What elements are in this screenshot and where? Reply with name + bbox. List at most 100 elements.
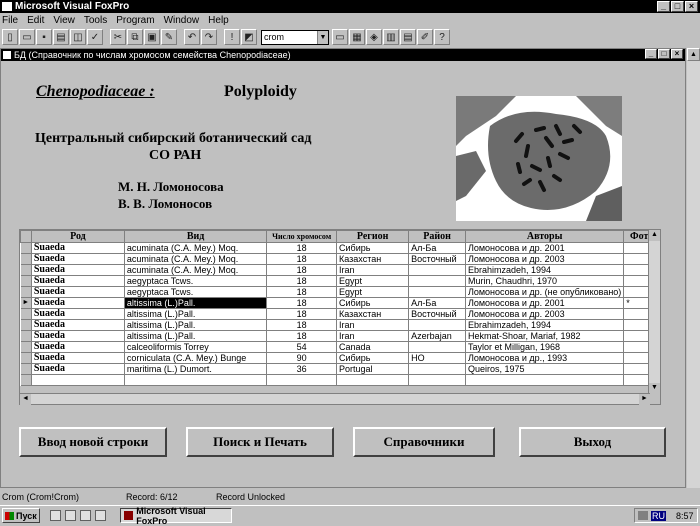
region-cell[interactable]: Egypt: [336, 286, 410, 298]
view-window-icon[interactable]: ▦: [349, 29, 365, 45]
col-district[interactable]: Район: [408, 230, 466, 243]
genus-cell[interactable]: Suaeda: [31, 253, 125, 265]
authors-cell[interactable]: Hekmat-Shoar, Mariaf, 1982: [465, 330, 625, 342]
language-indicator[interactable]: RU: [651, 510, 666, 521]
exit-button[interactable]: Выход: [519, 427, 666, 457]
authors-cell[interactable]: Taylor et Milligan, 1968: [465, 341, 625, 353]
region-cell[interactable]: Казахстан: [336, 308, 410, 320]
genus-cell[interactable]: Suaeda: [31, 286, 125, 298]
district-cell[interactable]: Ал-Ба: [408, 242, 466, 254]
chromosome-number-cell[interactable]: 18: [266, 253, 338, 265]
spell-check-icon[interactable]: ✓: [87, 29, 103, 45]
network-icon[interactable]: [638, 511, 648, 520]
modify-form-icon[interactable]: ◩: [241, 29, 257, 45]
col-region[interactable]: Регион: [336, 230, 410, 243]
authors-cell[interactable]: Ebrahimzadeh, 1994: [465, 264, 625, 276]
minimize-button[interactable]: _: [657, 1, 670, 12]
authors-cell[interactable]: Murin, Chaudhri, 1970: [465, 275, 625, 287]
genus-cell[interactable]: Suaeda: [31, 242, 125, 254]
district-cell[interactable]: Ал-Ба: [408, 297, 466, 309]
region-cell[interactable]: Iran: [336, 330, 410, 342]
redo-icon[interactable]: ↷: [201, 29, 217, 45]
chromosome-number-cell[interactable]: 18: [266, 319, 338, 331]
grid-horizontal-scrollbar[interactable]: ◄ ►: [20, 393, 650, 405]
new-file-icon[interactable]: ▯: [2, 29, 18, 45]
run-icon[interactable]: !: [224, 29, 240, 45]
help-icon[interactable]: ?: [434, 29, 450, 45]
col-species[interactable]: Вид: [123, 230, 268, 243]
table-row[interactable]: Suaeda aegyptaca Tcws. 18 Egypt Murin, Chaud…: [20, 275, 660, 287]
row-selector[interactable]: [20, 319, 32, 331]
genus-cell[interactable]: Suaeda: [31, 352, 125, 364]
new-row-button[interactable]: Ввод новой строки: [19, 427, 167, 457]
table-row[interactable]: Suaeda altissima (L.)Pall. 18 Iran Ebrahimza…: [20, 319, 660, 331]
species-cell[interactable]: altissima (L.)Pall.: [124, 319, 268, 331]
chromosome-number-cell[interactable]: 18: [266, 330, 338, 342]
species-cell[interactable]: aegyptaca Tcws.: [124, 286, 268, 298]
species-cell[interactable]: aegyptaca Tcws.: [124, 275, 268, 287]
genus-cell[interactable]: Suaeda: [31, 264, 125, 276]
form-minimize-button[interactable]: _: [645, 49, 657, 59]
maximize-button[interactable]: □: [671, 1, 684, 12]
row-selector[interactable]: [20, 242, 32, 254]
scroll-right-icon[interactable]: ►: [639, 394, 650, 405]
references-button[interactable]: Справочники: [353, 427, 495, 457]
scroll-left-icon[interactable]: ◄: [20, 394, 31, 405]
outlook-icon[interactable]: [80, 510, 91, 521]
row-selector[interactable]: [20, 308, 32, 320]
district-cell[interactable]: Azerbajan: [408, 330, 466, 342]
menu-program[interactable]: Program: [116, 15, 154, 26]
menu-window[interactable]: Window: [164, 15, 200, 26]
species-cell[interactable]: altissima (L.)Pall.: [124, 297, 268, 309]
internet-explorer-icon[interactable]: [65, 510, 76, 521]
authors-cell[interactable]: Ломоносова и др. 2001: [465, 297, 625, 309]
scroll-up-icon[interactable]: ▲: [687, 48, 700, 61]
print-icon[interactable]: ▤: [53, 29, 69, 45]
table-row[interactable]: Suaeda acuminata (C.A. Mey.) Moq. 18 Сибирь…: [20, 242, 660, 254]
chromosome-number-cell[interactable]: 90: [266, 352, 338, 364]
row-selector[interactable]: [20, 352, 32, 364]
close-button[interactable]: ×: [685, 1, 698, 12]
species-cell[interactable]: altissima (L.)Pall.: [124, 330, 268, 342]
region-cell[interactable]: Iran: [336, 264, 410, 276]
chromosome-number-cell[interactable]: 18: [266, 242, 338, 254]
chromosome-number-cell[interactable]: 54: [266, 341, 338, 353]
cut-icon[interactable]: ✂: [110, 29, 126, 45]
open-folder-icon[interactable]: ▭: [19, 29, 35, 45]
table-row[interactable]: Suaeda altissima (L.)Pall. 18 Iran Azerbajan…: [20, 330, 660, 342]
form-wizard-icon[interactable]: ◈: [366, 29, 382, 45]
print-preview-icon[interactable]: ◫: [70, 29, 86, 45]
district-cell[interactable]: [408, 275, 466, 287]
table-row[interactable]: Suaeda aegyptaca Tcws. 18 Egypt Ломоносова и…: [20, 286, 660, 298]
authors-cell[interactable]: Ломоносова и др. (не опубликовано): [465, 286, 625, 298]
table-row[interactable]: ► Suaeda altissima (L.)Pall. 18 Сибирь Ал-Ба Л…: [20, 297, 660, 309]
region-cell[interactable]: Сибирь: [336, 297, 410, 309]
species-cell[interactable]: acuminata (C.A. Mey.) Moq.: [124, 253, 268, 265]
region-cell[interactable]: Egypt: [336, 275, 410, 287]
genus-cell[interactable]: Suaeda: [31, 330, 125, 342]
district-cell[interactable]: [408, 286, 466, 298]
chromosome-number-cell[interactable]: 18: [266, 286, 338, 298]
district-cell[interactable]: [408, 341, 466, 353]
form-maximize-button[interactable]: □: [658, 49, 670, 59]
row-selector[interactable]: [20, 275, 32, 287]
table-row[interactable]: Suaeda acuminata (C.A. Mey.) Moq. 18 Казахс…: [20, 253, 660, 265]
species-cell[interactable]: corniculata (C.A. Mey.) Bunge: [124, 352, 268, 364]
authors-cell[interactable]: Ломоносова и др. 2003: [465, 253, 625, 265]
row-selector[interactable]: [20, 363, 32, 375]
chromosome-number-cell[interactable]: 18: [266, 264, 338, 276]
row-selector[interactable]: [20, 341, 32, 353]
row-selector[interactable]: [20, 330, 32, 342]
region-cell[interactable]: Portugal: [336, 363, 410, 375]
taskbar-foxpro-button[interactable]: Microsoft Visual FoxPro: [120, 506, 232, 526]
genus-cell[interactable]: Suaeda: [31, 363, 125, 375]
authors-cell[interactable]: Ebrahimzadeh, 1994: [465, 319, 625, 331]
table-row[interactable]: Suaeda altissima (L.)Pall. 18 Казахстан Вост…: [20, 308, 660, 320]
chromosome-grid[interactable]: Род Вид Число хромосом Регион Район Авто…: [19, 229, 661, 405]
row-selector[interactable]: [20, 253, 32, 265]
row-selector[interactable]: [20, 286, 32, 298]
region-cell[interactable]: Iran: [336, 319, 410, 331]
explorer-icon[interactable]: [50, 510, 61, 521]
col-authors[interactable]: Авторы: [464, 230, 625, 243]
row-selector[interactable]: [20, 264, 32, 276]
